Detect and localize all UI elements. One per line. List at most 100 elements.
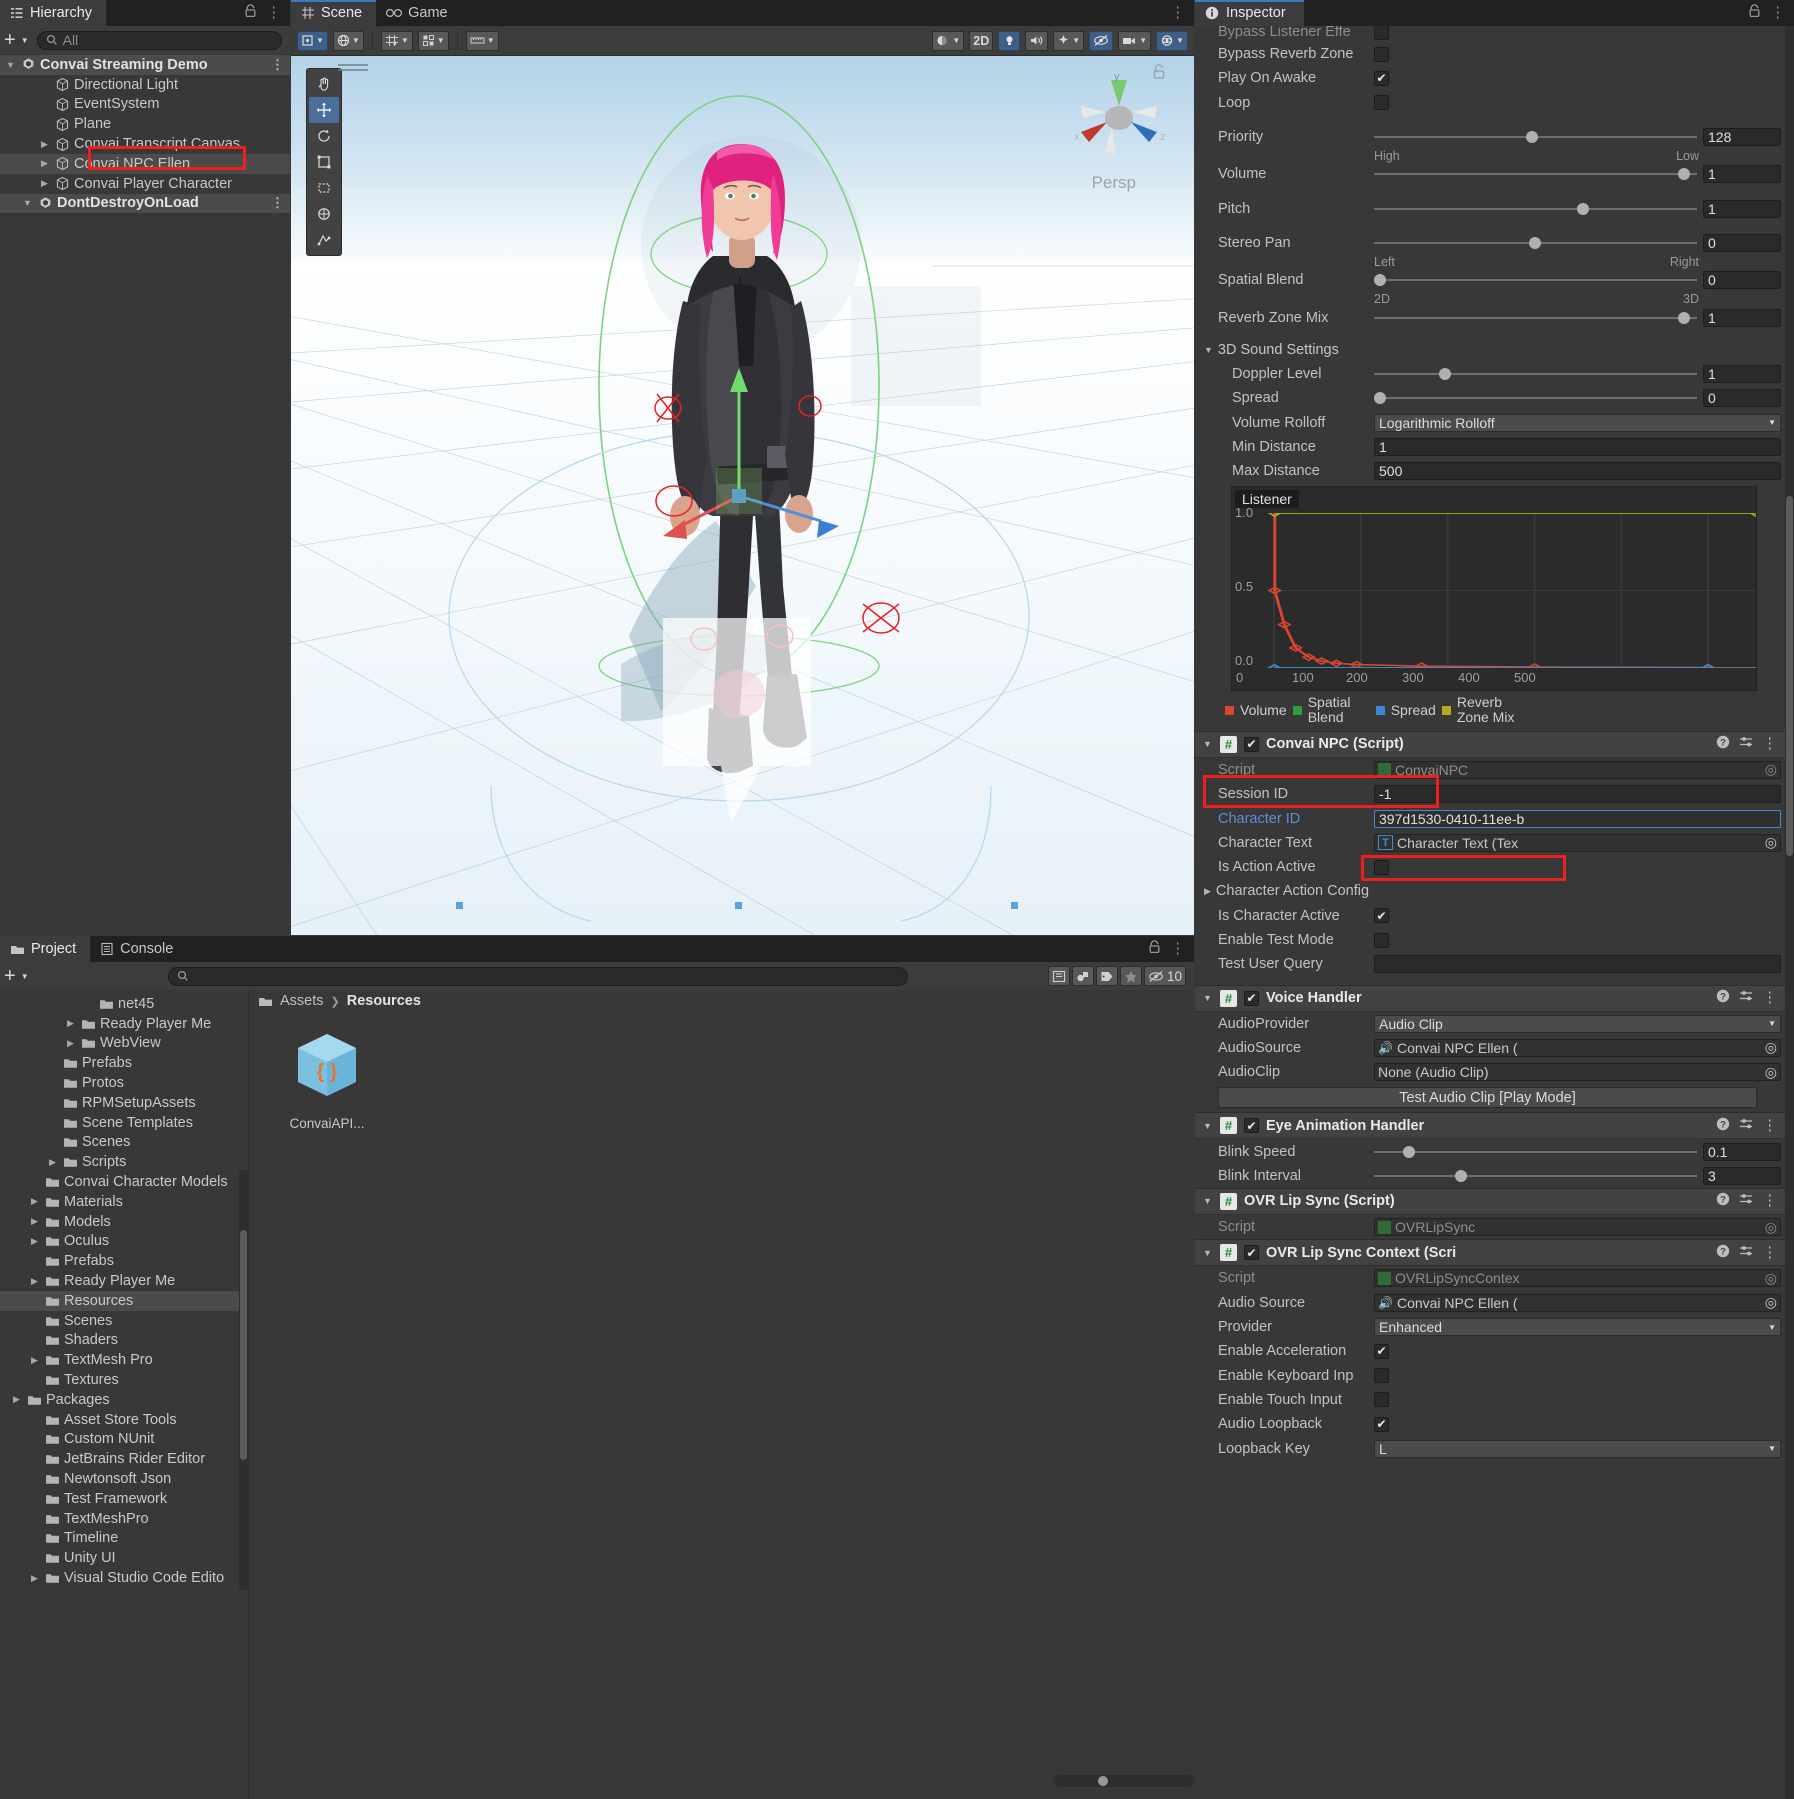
chevron-right-icon[interactable]: ▶ [10,1394,23,1405]
add-gameobject-button[interactable]: + ▼ [4,30,29,50]
hierarchy-item-convai-npc-ellen[interactable]: ▶▶▶Convai NPC Ellen [0,153,290,174]
audio-ruler-button[interactable]: ▼ [465,30,499,51]
global-space-button[interactable]: ▼ [332,30,364,51]
field-enable-touch-input[interactable]: Enable Touch Input [1195,1388,1785,1412]
hierarchy-item-eventsystem[interactable]: ▶▶▶EventSystem [0,95,290,115]
scene-orientation-gizmo[interactable]: y x z [1064,68,1174,168]
field-volume-rolloff[interactable]: Volume Rolloff Logarithmic Rolloff ▼ [1195,411,1785,435]
lock-icon[interactable] [1148,940,1161,958]
shading-mode-button[interactable]: ▼ [932,30,965,51]
field-volume[interactable]: Volume 1 [1195,162,1785,186]
project-folder-oculus[interactable]: ▶ Oculus [0,1232,248,1252]
scene-camera-button[interactable]: ▼ [1118,30,1152,51]
checkbox[interactable]: ✔ [1374,1416,1389,1432]
pivot-tool-button[interactable]: ▼ [297,30,328,51]
field-character-text[interactable]: Character Text T Character Text (Tex ◎ [1195,831,1785,855]
field-min-distance[interactable]: Min Distance 1 [1195,435,1785,459]
checkbox[interactable]: ✔ [1374,908,1389,924]
chevron-right-icon[interactable]: ▶ [64,1038,77,1049]
chevron-right-icon[interactable]: ▶ [28,1355,41,1366]
doppler-level-value[interactable]: 1 [1703,365,1781,384]
field-enable-test-mode[interactable]: Enable Test Mode [1195,928,1785,952]
effects-button[interactable]: ▼ [1053,30,1085,51]
tab-inspector[interactable]: Inspector [1195,0,1304,26]
project-folder-test-framework[interactable]: ▶Test Framework [0,1489,248,1509]
field-loopback-key[interactable]: Loopback Key L ▼ [1195,1436,1785,1460]
chevron-down-icon[interactable]: ▼ [1203,1248,1213,1258]
chevron-right-icon[interactable]: ▶ [28,1236,41,1247]
blink-interval-value[interactable]: 3 [1703,1166,1781,1185]
field-provider[interactable]: Provider Enhanced ▼ [1195,1315,1785,1339]
doppler-level-slider[interactable] [1374,367,1697,381]
field-ovr-lipsync-script[interactable]: Script OVRLipSync ◎ [1195,1215,1785,1239]
asset-tile[interactable]: { } ConvaiAPI... [277,1026,377,1131]
project-folder-protos[interactable]: ▶Protos [0,1073,248,1093]
spread-slider[interactable] [1374,391,1697,405]
help-icon[interactable]: ? [1716,1192,1730,1210]
chevron-down-icon[interactable]: ▼ [21,198,34,208]
project-search-input[interactable] [168,966,909,986]
project-folder-tree[interactable]: ▶net45▶Ready Player Me▶WebView▶Prefabs▶P… [0,990,248,1799]
project-folder-scenes[interactable]: ▶Scenes [0,1311,248,1331]
zoom-slider[interactable] [1054,1775,1194,1787]
object-picker-icon[interactable]: ◎ [1765,1064,1777,1080]
field-is-character-active[interactable]: Is Character Active ✔ [1195,904,1785,928]
chevron-down-icon[interactable]: ▼ [4,60,17,70]
inspector-menu-icon[interactable]: ⋮ [1771,5,1786,21]
scene-menu-icon[interactable]: ⋮ [271,57,284,73]
npc-script-object-field[interactable]: ConvaiNPC ◎ [1374,760,1781,779]
tab-game[interactable]: Game [376,0,462,26]
ovr-context-script-field[interactable]: OVRLipSyncContex ◎ [1374,1269,1781,1288]
chevron-down-icon[interactable]: ▼ [1203,1121,1213,1131]
audio-clip-object-field[interactable]: None (Audio Clip) ◎ [1374,1063,1781,1082]
hierarchy-item-convai-streaming-demo[interactable]: ▼ Convai Streaming Demo ⋮ [0,55,290,75]
project-folder-visual-studio-code-edito[interactable]: ▶ Visual Studio Code Edito [0,1568,248,1588]
chevron-down-icon[interactable]: ▼ [1203,993,1213,1003]
project-folder-timeline[interactable]: ▶Timeline [0,1529,248,1549]
grid-snap-button[interactable]: ▼ [380,30,413,51]
create-asset-button[interactable]: + ▼ [4,966,29,986]
project-folder-materials[interactable]: ▶ Materials [0,1192,248,1212]
breadcrumb-resources[interactable]: Resources [347,993,421,1009]
field-stereo-pan[interactable]: Stereo Pan 0 [1195,231,1785,255]
field-doppler-level[interactable]: Doppler Level 1 [1195,362,1785,386]
project-folder-prefabs[interactable]: ▶Prefabs [0,1251,248,1271]
ovr-lipsync-script-field[interactable]: OVRLipSync ◎ [1374,1218,1781,1237]
project-folder-asset-store-tools[interactable]: ▶Asset Store Tools [0,1410,248,1430]
field-pitch[interactable]: Pitch 1 [1195,196,1785,220]
inspector-content[interactable]: Bypass Listener Effe Bypass Reverb Zone … [1195,26,1785,1799]
checkbox[interactable] [1374,95,1389,111]
volume-slider[interactable] [1374,167,1697,181]
component-enabled-checkbox[interactable]: ✔ [1244,1118,1259,1134]
project-folder-textmeshpro[interactable]: ▶TextMeshPro [0,1509,248,1529]
project-menu-icon[interactable]: ⋮ [1171,941,1186,957]
field-is-action-active[interactable]: Is Action Active [1195,855,1785,879]
preset-icon[interactable] [1739,1192,1754,1210]
object-picker-icon[interactable]: ◎ [1765,1270,1777,1286]
hierarchy-search-input[interactable]: All [36,30,282,50]
project-folder-shaders[interactable]: ▶Shaders [0,1331,248,1351]
lock-icon[interactable] [1748,4,1761,22]
custom-tool-icon[interactable] [309,227,339,253]
hierarchy-menu-icon[interactable]: ⋮ [267,5,282,21]
field-audio-provider[interactable]: AudioProvider Audio Clip ▼ [1195,1012,1785,1036]
project-asset-browser[interactable]: Assets ❯ Resources { } ConvaiAPI... [248,990,1194,1799]
field-context-audio-source[interactable]: Audio Source 🔊 Convai NPC Ellen ( ◎ [1195,1291,1785,1315]
field-blink-interval[interactable]: Blink Interval 3 [1195,1164,1785,1188]
component-enabled-checkbox[interactable]: ✔ [1244,1245,1259,1261]
character-id-input[interactable]: 397d1530-0410-11ee-b [1374,809,1781,828]
checkbox[interactable] [1374,26,1389,40]
move-tool-icon[interactable] [309,97,339,123]
audio-provider-dropdown[interactable]: Audio Clip ▼ [1374,1014,1781,1033]
hierarchy-item-directional-light[interactable]: ▶▶▶Directional Light [0,75,290,95]
field-priority[interactable]: Priority 128 [1195,125,1785,149]
field-ovr-context-script[interactable]: Script OVRLipSyncContex ◎ [1195,1266,1785,1290]
project-folder-custom-nunit[interactable]: ▶Custom NUnit [0,1430,248,1450]
component-menu-icon[interactable]: ⋮ [1763,990,1778,1006]
spread-value[interactable]: 0 [1703,389,1781,408]
chevron-down-icon[interactable]: ▼ [1203,1196,1213,1206]
component-header-eye-animation-handler[interactable]: ▼ # ✔ Eye Animation Handler ? ⋮ [1195,1112,1785,1140]
object-picker-icon[interactable]: ◎ [1765,1219,1777,1235]
checkbox[interactable] [1374,859,1389,875]
chevron-right-icon[interactable]: ▶ [28,1196,41,1207]
